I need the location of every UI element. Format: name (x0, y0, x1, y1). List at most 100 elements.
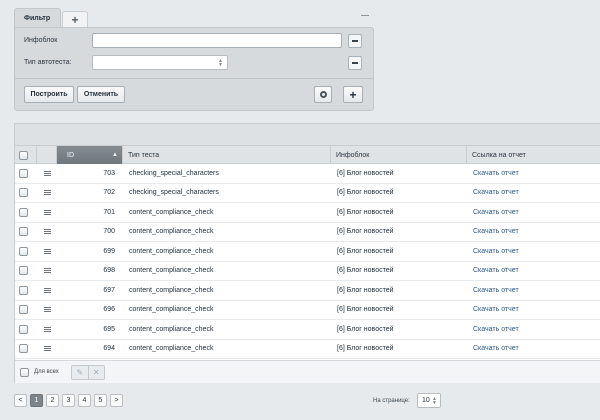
column-header-type[interactable]: Тип теста (123, 146, 331, 164)
download-report-link[interactable]: Скачать отчет (467, 203, 600, 222)
hamburger-icon[interactable] (43, 229, 51, 235)
download-report-link[interactable]: Скачать отчет (467, 223, 600, 242)
page-2-button[interactable]: 2 (46, 394, 59, 407)
download-report-link[interactable]: Скачать отчет (467, 164, 600, 183)
grid-header: ID ▲ Тип теста Инфоблок Ссылка на отчет (15, 146, 600, 164)
download-report-link[interactable]: Скачать отчет (467, 184, 600, 203)
table-row[interactable]: 703 checking_special_characters [6] Блог… (15, 164, 600, 184)
download-report-link[interactable]: Скачать отчет (467, 262, 600, 281)
column-header-link[interactable]: Ссылка на отчет (467, 146, 600, 164)
iblock-input[interactable] (92, 33, 342, 48)
row-checkbox-cell (15, 223, 37, 242)
cell-type: content_compliance_check (129, 325, 214, 333)
row-checkbox[interactable] (19, 188, 28, 198)
report-grid: ID ▲ Тип теста Инфоблок Ссылка на отчет … (14, 146, 600, 383)
row-checkbox[interactable] (19, 344, 28, 354)
pencil-icon[interactable]: ✎ (72, 366, 88, 379)
row-menu-cell (37, 301, 57, 320)
table-row[interactable]: 699 content_compliance_check [6] Блог но… (15, 242, 600, 262)
next-page-button[interactable]: > (110, 394, 123, 407)
menu-header (37, 146, 57, 164)
pagination: < 1 2 3 4 5 > (14, 394, 123, 407)
test-type-select[interactable]: ▲ ▼ (92, 55, 228, 70)
gear-icon (319, 91, 327, 98)
select-arrows-icon: ▲ ▼ (432, 396, 437, 406)
row-checkbox[interactable] (19, 227, 28, 237)
row-menu-cell (37, 262, 57, 281)
table-row[interactable]: 697 content_compliance_check [6] Блог но… (15, 281, 600, 301)
download-report-link[interactable]: Скачать отчет (467, 301, 600, 320)
row-checkbox[interactable] (19, 168, 28, 178)
remove-test-type-field-button[interactable] (348, 56, 362, 70)
find-button[interactable]: Построить (24, 86, 74, 103)
table-row[interactable]: 701 content_compliance_check [6] Блог но… (15, 203, 600, 223)
page-5-button[interactable]: 5 (94, 394, 107, 407)
row-checkbox[interactable] (19, 285, 28, 295)
remove-iblock-field-button[interactable] (348, 34, 362, 48)
grid-rows: 703 checking_special_characters [6] Блог… (15, 164, 600, 359)
hamburger-icon[interactable] (43, 190, 51, 196)
cell-id: 694 (103, 345, 115, 353)
row-checkbox[interactable] (19, 246, 28, 256)
row-checkbox[interactable] (19, 324, 28, 334)
table-row[interactable]: 694 content_compliance_check [6] Блог но… (15, 340, 600, 359)
add-filter-tab-button[interactable]: + (62, 11, 88, 28)
prev-page-button[interactable]: < (14, 394, 27, 407)
cell-iblock: [6] Блог новостей (337, 169, 394, 177)
table-row[interactable]: 698 content_compliance_check [6] Блог но… (15, 262, 600, 281)
for-all-checkbox[interactable] (20, 368, 29, 377)
table-row[interactable]: 700 content_compliance_check [6] Блог но… (15, 223, 600, 242)
add-field-button[interactable]: + (343, 86, 363, 103)
hamburger-icon[interactable] (43, 248, 51, 254)
download-report-link[interactable]: Скачать отчет (467, 281, 600, 300)
column-header-id[interactable]: ID ▲ (57, 146, 123, 164)
row-menu-cell (37, 164, 57, 183)
cross-icon[interactable]: ✕ (87, 366, 105, 379)
row-menu-cell (37, 320, 57, 339)
cell-iblock: [6] Блог новостей (337, 286, 394, 294)
row-menu-cell (37, 203, 57, 222)
minus-icon (352, 40, 358, 42)
per-page-select[interactable]: 10 ▲ ▼ (417, 393, 441, 408)
row-menu-cell (37, 340, 57, 359)
hamburger-icon[interactable] (43, 346, 51, 352)
download-report-link[interactable]: Скачать отчет (467, 242, 600, 261)
row-checkbox[interactable] (19, 266, 28, 276)
tab-filter[interactable]: Фильтр (14, 8, 61, 28)
row-checkbox-cell (15, 281, 37, 300)
filter-label-test-type: Тип автотеста: (24, 59, 72, 66)
settings-button[interactable] (314, 86, 332, 103)
page-3-button[interactable]: 3 (62, 394, 75, 407)
cell-id: 699 (103, 247, 115, 255)
filter-row-test-type: Тип автотеста: ▲ ▼ (15, 55, 373, 71)
cell-type: content_compliance_check (129, 286, 214, 294)
select-all-checkbox[interactable] (19, 150, 28, 160)
row-checkbox[interactable] (19, 305, 28, 315)
cancel-button[interactable]: Отменить (77, 86, 125, 103)
download-report-link[interactable]: Скачать отчет (467, 320, 600, 339)
hamburger-icon[interactable] (43, 326, 51, 332)
select-all-header (15, 146, 37, 164)
table-row[interactable]: 696 content_compliance_check [6] Блог но… (15, 301, 600, 320)
page-4-button[interactable]: 4 (78, 394, 91, 407)
hamburger-icon[interactable] (43, 209, 51, 215)
row-checkbox-cell (15, 164, 37, 183)
download-report-link[interactable]: Скачать отчет (467, 340, 600, 359)
cell-type: content_compliance_check (129, 228, 214, 236)
page-1-button[interactable]: 1 (30, 394, 43, 407)
hamburger-icon[interactable] (43, 307, 51, 313)
cell-id: 698 (103, 267, 115, 275)
for-all-label: Для всех (34, 369, 59, 375)
row-checkbox[interactable] (19, 207, 28, 217)
column-header-iblock[interactable]: Инфоблок (331, 146, 467, 164)
cell-id: 696 (103, 306, 115, 314)
grid-toolbar (14, 123, 600, 146)
collapse-filter-icon[interactable] (361, 15, 369, 16)
hamburger-icon[interactable] (43, 268, 51, 274)
row-checkbox-cell (15, 262, 37, 281)
table-row[interactable]: 702 checking_special_characters [6] Блог… (15, 184, 600, 203)
hamburger-icon[interactable] (43, 170, 51, 176)
hamburger-icon[interactable] (43, 287, 51, 293)
table-row[interactable]: 695 content_compliance_check [6] Блог но… (15, 320, 600, 340)
filter-tabs: Фильтр + (14, 8, 88, 28)
